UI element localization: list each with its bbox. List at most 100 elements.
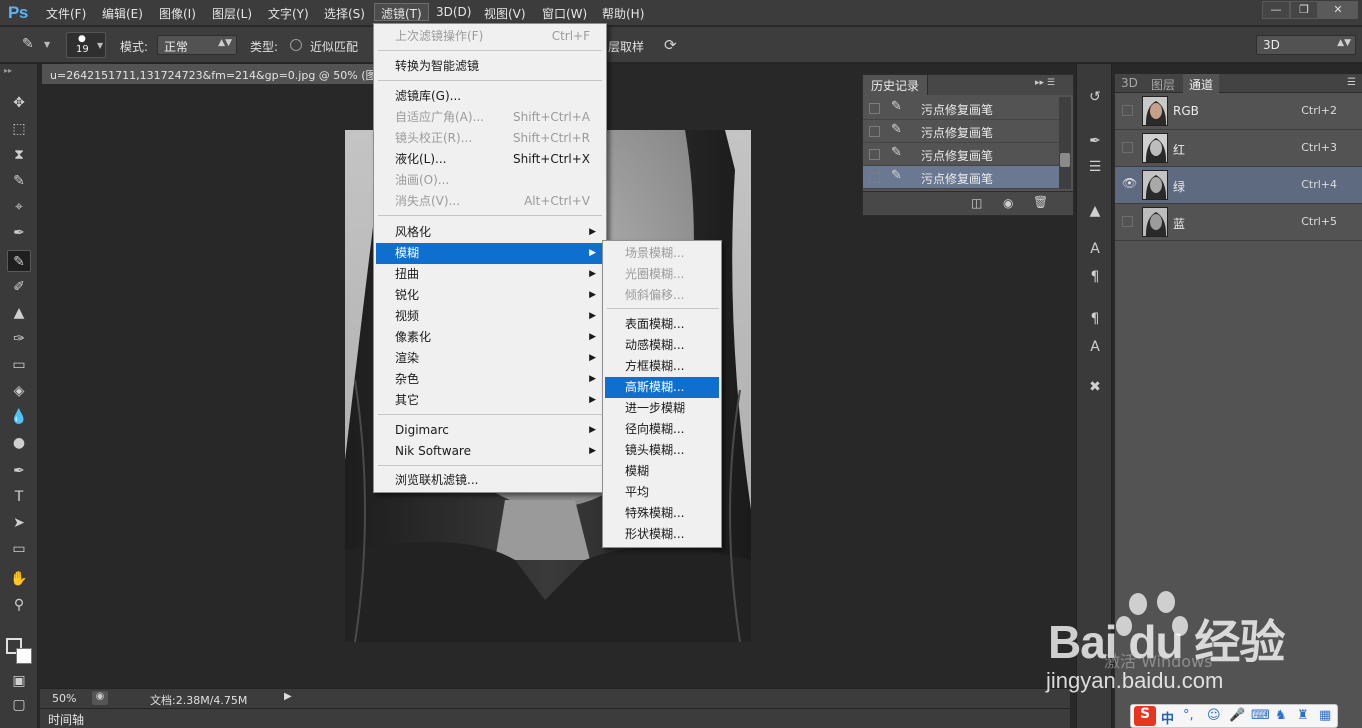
menu-item-motion-blur[interactable]: 动感模糊... [605, 335, 719, 356]
menu-item-render[interactable]: 渲染 ▶ [376, 348, 604, 369]
menu-edit[interactable]: 编辑(E) [96, 4, 149, 22]
channel-row-red[interactable]: 红 Ctrl+3 [1115, 130, 1362, 167]
quick-mask-icon[interactable]: ▣ [7, 670, 31, 692]
menu-item-blur[interactable]: 模糊 [605, 461, 719, 482]
history-scrollbar[interactable] [1059, 97, 1071, 189]
menu-filter[interactable]: 滤镜(T) [374, 3, 429, 21]
eyedropper-tool-icon[interactable]: ✒ [7, 222, 31, 244]
menu-item-convert-smart-filter[interactable]: 转换为智能滤镜 [376, 56, 604, 77]
sogou-icon[interactable]: S [1134, 706, 1156, 726]
clone-source-dock-icon[interactable]: ▲ [1083, 200, 1107, 222]
menu-item-video[interactable]: 视频 ▶ [376, 306, 604, 327]
menu-item-filter-gallery[interactable]: 滤镜库(G)... [376, 86, 604, 107]
path-select-tool-icon[interactable]: ➤ [7, 512, 31, 534]
menu-file[interactable]: 文件(F) [40, 4, 92, 22]
minimize-button[interactable]: — [1262, 1, 1290, 19]
menu-item-noise[interactable]: 杂色 ▶ [376, 369, 604, 390]
menu-item-vanishing-point[interactable]: 消失点(V)... Alt+Ctrl+V [376, 191, 604, 212]
visibility-toggle[interactable] [1122, 216, 1133, 227]
menu-item-stylize[interactable]: 风格化 ▶ [376, 222, 604, 243]
menu-item-other[interactable]: 其它 ▶ [376, 390, 604, 411]
workspace-select[interactable]: 3D ▲▼ [1256, 35, 1356, 55]
history-checkbox[interactable] [869, 126, 880, 137]
tab-layers[interactable]: 图层 [1145, 74, 1181, 93]
menu-item-radial-blur[interactable]: 径向模糊... [605, 419, 719, 440]
menu-item-smart-blur[interactable]: 特殊模糊... [605, 503, 719, 524]
menu-item-blur-more[interactable]: 进一步模糊 [605, 398, 719, 419]
brush-presets-dock-icon[interactable]: ☰ [1083, 156, 1107, 178]
restore-button[interactable]: ❐ [1290, 1, 1318, 19]
type-tool-icon[interactable]: T [7, 486, 31, 508]
menu-item-surface-blur[interactable]: 表面模糊... [605, 314, 719, 335]
menu-window[interactable]: 窗口(W) [536, 4, 593, 22]
panel-menu-icon[interactable]: ☰ [1347, 77, 1356, 88]
status-menu-arrow-icon[interactable]: ▶ [284, 691, 292, 702]
doc-info-icon[interactable]: ◉ [92, 691, 108, 705]
crop-tool-icon[interactable]: ⌖ [7, 196, 31, 218]
visibility-toggle[interactable] [1122, 105, 1133, 116]
mode-select[interactable]: 正常 ▲▼ [157, 35, 237, 55]
history-brush-tool-icon[interactable]: ✑ [7, 328, 31, 350]
quick-select-tool-icon[interactable]: ✎ [7, 170, 31, 192]
menu-item-blur[interactable]: 模糊 ▶ [376, 243, 604, 264]
menu-item-oil-paint[interactable]: 油画(O)... [376, 170, 604, 191]
timeline-label[interactable]: 时间轴 [48, 711, 84, 728]
menu-item-digimarc[interactable]: Digimarc ▶ [376, 420, 604, 441]
hand-tool-icon[interactable]: ✋ [7, 568, 31, 590]
lasso-tool-icon[interactable]: ⧗ [7, 144, 31, 166]
menu-item-gaussian-blur[interactable]: 高斯模糊... [605, 377, 719, 398]
panel-menu-icon[interactable]: ▸▸ ☰ [1035, 78, 1055, 88]
blur-tool-icon[interactable]: 💧 [7, 406, 31, 428]
paragraph-dock-icon[interactable]: ¶ [1083, 266, 1107, 288]
history-row[interactable]: ✎ 污点修复画笔 [863, 97, 1059, 120]
pressure-icon[interactable]: ⟳ [664, 36, 677, 54]
marquee-tool-icon[interactable]: ⬚ [7, 118, 31, 140]
keyboard-icon[interactable]: ⌨ [1251, 708, 1270, 723]
menu-select[interactable]: 选择(S) [318, 4, 371, 22]
menu-item-iris-blur[interactable]: 光圈模糊... [605, 264, 719, 285]
menu-image[interactable]: 图像(I) [153, 4, 202, 22]
stamp-tool-icon[interactable]: ▲ [7, 302, 31, 324]
history-checkbox[interactable] [869, 172, 880, 183]
history-tab[interactable]: 历史记录 [863, 75, 929, 95]
punctuation-icon[interactable]: °, [1183, 708, 1194, 723]
history-row[interactable]: ✎ 污点修复画笔 [863, 120, 1059, 143]
history-row-selected[interactable]: ✎ 污点修复画笔 [863, 166, 1059, 189]
menu-item-distort[interactable]: 扭曲 ▶ [376, 264, 604, 285]
menu-item-lens-blur[interactable]: 镜头模糊... [605, 440, 719, 461]
history-dock-icon[interactable]: ↺ [1083, 86, 1107, 108]
channel-row-green[interactable]: 👁 绿 Ctrl+4 [1115, 167, 1362, 204]
history-row[interactable]: ✎ 污点修复画笔 [863, 143, 1059, 166]
menu-item-field-blur[interactable]: 场景模糊... [605, 243, 719, 264]
new-document-from-state-icon[interactable]: ◫ [971, 196, 982, 210]
menu-item-shape-blur[interactable]: 形状模糊... [605, 524, 719, 545]
history-checkbox[interactable] [869, 149, 880, 160]
brush-picker[interactable]: ● 19 ▼ [66, 32, 106, 58]
camera-icon[interactable]: ◉ [1003, 196, 1013, 210]
visibility-toggle[interactable] [1122, 142, 1133, 153]
menu-item-last-filter[interactable]: 上次滤镜操作(F) Ctrl+F [376, 26, 604, 47]
spot-healing-tool-icon[interactable]: ✎ [7, 250, 31, 272]
close-button[interactable]: ✕ [1318, 1, 1358, 19]
menu-item-pixelate[interactable]: 像素化 ▶ [376, 327, 604, 348]
zoom-level[interactable]: 50% [52, 692, 76, 705]
tool-presets-dock-icon[interactable]: ✖ [1083, 376, 1107, 398]
menu-item-nik-software[interactable]: Nik Software ▶ [376, 441, 604, 462]
paint-bucket-tool-icon[interactable]: ◈ [7, 380, 31, 402]
menu-layer[interactable]: 图层(L) [206, 4, 258, 22]
ime-mode[interactable]: 中 [1161, 708, 1174, 727]
menu-item-browse-filters-online[interactable]: 浏览联机滤镜... [376, 470, 604, 491]
collapse-icon[interactable]: ▸▸ [4, 66, 12, 75]
menu-item-sharpen[interactable]: 锐化 ▶ [376, 285, 604, 306]
menu-type[interactable]: 文字(Y) [262, 4, 315, 22]
background-color-swatch[interactable] [16, 648, 32, 664]
menu-item-lens-correction[interactable]: 镜头校正(R)... Shift+Ctrl+R [376, 128, 604, 149]
menu-item-adaptive-wide-angle[interactable]: 自适应广角(A)... Shift+Ctrl+A [376, 107, 604, 128]
shape-tool-icon[interactable]: ▭ [7, 538, 31, 560]
microphone-icon[interactable]: 🎤 [1229, 708, 1245, 723]
brush-tool-icon[interactable]: ✐ [7, 276, 31, 298]
spot-healing-brush-icon[interactable]: ✎ [22, 36, 34, 52]
channel-row-blue[interactable]: 蓝 Ctrl+5 [1115, 204, 1362, 241]
menu-item-box-blur[interactable]: 方框模糊... [605, 356, 719, 377]
character-dock-icon[interactable]: A [1083, 238, 1107, 260]
